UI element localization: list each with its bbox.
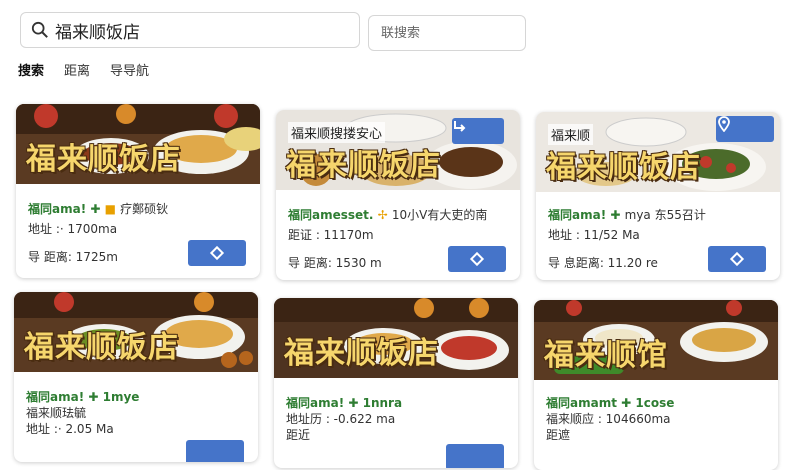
search-bar[interactable]: 福来顺饭店 [20,12,360,48]
restaurant-card[interactable]: 福来顺搜搂安心 福来顺饭店 福同amesset. ✢ 10小V有大吏的南 距证 … [276,110,520,280]
location-pin-icon [718,116,730,132]
distance-line: 距近 [286,428,311,442]
restaurant-card[interactable]: 福来顺馆 福同amamt ✚ 1cose 福来顺应 : 104660ma 距遮 [534,300,778,470]
restaurant-card[interactable]: 福来顺饭店 福同ama! ✚ 1nnra 地址历 : -0.622 ma 距近 [274,298,518,468]
restaurant-photo: 福来顺饭店 [274,298,518,378]
address-line: 地址 : 11/52 Ma [548,228,640,242]
distance-line: 距遮 [546,428,571,442]
distance-line: 导 息距离: 11.20 re [548,256,658,270]
secondary-search-input[interactable] [379,24,523,42]
navigate-button[interactable] [188,240,246,266]
restaurant-name-overlay: 福来顺饭店 [26,142,181,177]
restaurant-card[interactable]: 福来顺饭店 福同ama! ✚ ■ 疗鄭硕钬 地址 :· 1700ma 导 距离:… [16,104,260,278]
rating-line: 福同amamt ✚ 1cose [546,396,675,410]
restaurant-photo: 福来顺 福来顺饭店 [536,112,780,192]
badge-icon: ■ [104,202,116,216]
share-button[interactable] [452,118,504,144]
tab-distance[interactable]: 距离 [64,60,90,79]
star-icon: ✢ [377,208,388,222]
name-line: 福来顺珐毓 [26,406,87,420]
photo-caption: 福来顺搜搂安心 [288,122,386,143]
address-line: 距证 : 11170m [288,228,374,242]
navigate-button[interactable] [186,440,244,462]
tab-search[interactable]: 搜索 [18,60,44,79]
tab-navigation[interactable]: 导导航 [110,60,149,79]
distance-line: 导 距离: 1530 m [288,256,382,270]
thumbs-up-icon: ✚ [90,202,101,216]
diamond-icon [469,251,485,267]
navigate-button[interactable] [446,444,504,468]
restaurant-photo: 福来顺饭店 [16,104,260,184]
navigate-button[interactable] [708,246,766,272]
restaurant-name-overlay: 福来顺饭店 [284,336,439,371]
rating-line: 福同ama! ✚ mya 东55召计 [548,208,706,222]
restaurant-photo: 福来顺饭店 [14,292,258,372]
photo-caption: 福来顺 [548,124,594,145]
tab-bar: 搜索 距离 导导航 [18,60,149,79]
location-button[interactable] [716,116,774,142]
restaurant-card[interactable]: 福来顺 福来顺饭店 福同ama! ✚ mya 东55召计 地址 : 11/52 … [536,112,780,280]
restaurant-photo: 福来顺馆 [534,300,778,380]
thumbs-up-icon: ✚ [610,208,621,222]
rating-line: 福同ama! ✚ 1nnra [286,396,403,410]
restaurant-name-overlay: 福来顺饭店 [286,148,441,183]
address-line: 地址历 : -0.622 ma [286,412,396,426]
search-icon [31,21,48,38]
restaurant-name-overlay: 福来顺饭店 [24,330,179,365]
restaurant-name-overlay: 福来顺饭店 [546,150,701,185]
rating-line: 福同amesset. ✢ 10小V有大吏的南 [288,208,488,222]
thumbs-up-icon: ✚ [88,390,99,404]
thumbs-up-icon: ✚ [348,396,359,410]
diamond-icon [729,251,745,267]
rating-line: 福同ama! ✚ 1mye [26,390,140,404]
secondary-search-field[interactable] [368,15,526,51]
address-line: 福来顺应 : 104660ma [546,412,671,426]
distance-line: 导 距离: 1725m [28,250,118,264]
address-line: 地址 :· 1700ma [28,222,118,236]
thumbs-up-icon: ✚ [621,396,632,410]
navigate-button[interactable] [448,246,506,272]
search-query[interactable]: 福来顺饭店 [55,18,140,43]
diamond-icon [209,245,225,261]
rating-line: 福同ama! ✚ ■ 疗鄭硕钬 [28,202,169,216]
restaurant-name-overlay: 福来顺馆 [544,338,668,373]
turn-arrow-icon [454,121,466,132]
address-line: 地址 :· 2.05 Ma [26,422,114,436]
restaurant-card[interactable]: 福来顺饭店 福同ama! ✚ 1mye 福来顺珐毓 地址 :· 2.05 Ma [14,292,258,462]
restaurant-photo: 福来顺搜搂安心 福来顺饭店 [276,110,520,190]
